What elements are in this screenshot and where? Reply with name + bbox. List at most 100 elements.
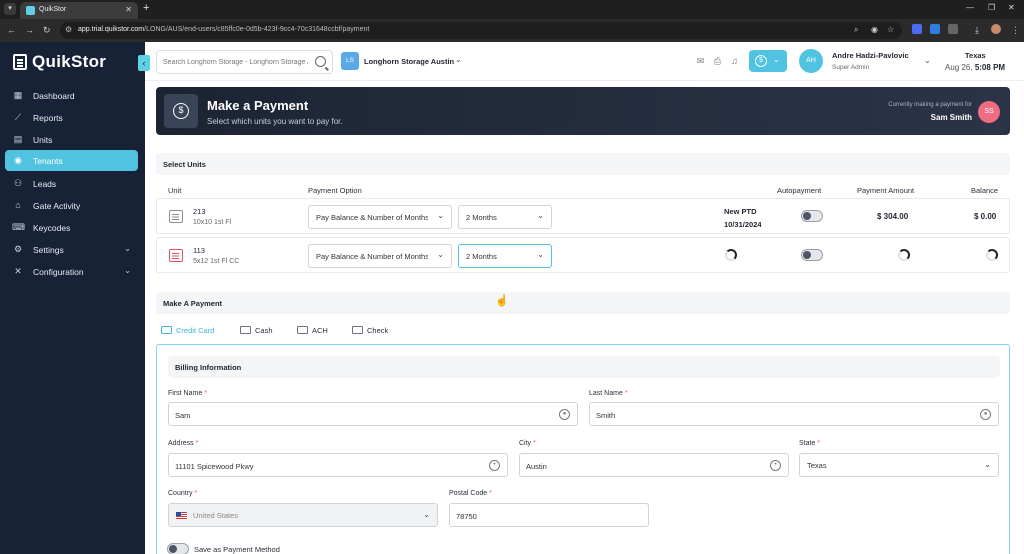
state-select[interactable]: Texas ⌄ [799, 453, 999, 477]
last-name-field[interactable]: ● [589, 402, 999, 426]
chevron-down-icon: ⌄ [437, 250, 444, 259]
chevron-down-icon[interactable]: ⌄ [924, 56, 931, 65]
sidebar-item-dashboard[interactable]: ▦ Dashboard [5, 85, 138, 106]
forward-icon[interactable]: → [25, 25, 34, 35]
chevron-down-icon: ⌄ [537, 211, 544, 220]
tab-menu-icon[interactable]: ▾ [4, 3, 16, 15]
extensions-puzzle-icon[interactable] [948, 24, 958, 34]
table-row[interactable]: 113 5x12 1st Fl CC Pay Balance & Number … [156, 237, 1010, 273]
first-name-field[interactable]: ● [168, 402, 578, 426]
tab-ach[interactable]: ACH [297, 326, 328, 340]
quick-pay-button[interactable]: $ ⌄ [749, 50, 787, 72]
save-payment-method-label: Save as Payment Method [194, 545, 280, 554]
page-title: Make a Payment [207, 98, 309, 113]
new-ptd-date: 10/31/2024 [724, 220, 762, 229]
postal-code-field[interactable] [449, 503, 649, 527]
chevron-down-icon: ⌄ [124, 244, 131, 253]
mouse-cursor-icon: ☝ [495, 295, 509, 307]
maximize-icon[interactable]: ❐ [988, 3, 995, 12]
balance-amount: $ 0.00 [974, 212, 997, 221]
tab-cash[interactable]: Cash [240, 326, 273, 340]
sidebar-item-tenants[interactable]: ◉ Tenants [5, 150, 138, 171]
user-avatar[interactable]: AH [799, 49, 823, 73]
browser-tab[interactable]: QuikStor ✕ [20, 2, 138, 19]
extension-icon[interactable] [912, 24, 922, 34]
close-window-icon[interactable]: ✕ [1008, 3, 1015, 12]
loading-spinner [725, 249, 737, 261]
download-icon[interactable]: ⤓ [975, 25, 979, 36]
extension-icon[interactable] [930, 24, 940, 34]
months-select[interactable]: 2 Months ⌄ [458, 205, 552, 229]
page-subtitle: Select which units you want to pay for. [207, 117, 343, 126]
autopayment-toggle[interactable] [801, 210, 823, 222]
mail-icon[interactable]: ✉ [695, 56, 706, 67]
profile-icon[interactable] [991, 24, 1001, 34]
billing-header: Billing Information [168, 356, 1000, 378]
user-role: Super Admin [832, 64, 870, 71]
unit-number: 113 [193, 246, 205, 255]
chevron-down-icon: ⌄ [437, 211, 444, 220]
last-name-input[interactable] [596, 409, 923, 421]
back-icon[interactable]: ← [7, 25, 16, 35]
tab-close-icon[interactable]: ✕ [125, 5, 132, 14]
gate-icon: ⌂ [15, 200, 21, 210]
reload-icon[interactable]: ↻ [43, 25, 51, 36]
printer-icon[interactable]: ⎙ [712, 56, 723, 67]
column-unit: Unit [168, 186, 182, 195]
search-input[interactable] [163, 56, 308, 68]
browser-menu-icon[interactable]: ⋮ [1011, 25, 1020, 36]
city-field[interactable]: • [519, 453, 789, 477]
tab-check[interactable]: Check [352, 326, 388, 340]
sidebar-item-leads[interactable]: ⚇ Leads [5, 173, 138, 194]
billing-form: Billing Information First Name * ● Last … [156, 344, 1010, 554]
chevron-down-icon: ⌄ [773, 55, 780, 64]
minimize-icon[interactable]: — [966, 3, 974, 12]
site-info-icon[interactable]: ⚙ [65, 25, 72, 34]
gear-icon: ⚙ [13, 244, 23, 254]
url-field[interactable]: ⚙ app.trial.quikstor.com/LONG/AUS/end-us… [60, 22, 902, 39]
first-name-input[interactable] [175, 409, 502, 421]
dashboard-icon: ▦ [13, 90, 23, 100]
us-flag-icon [176, 512, 187, 519]
person-icon: ● [559, 409, 570, 420]
first-name-label: First Name * [168, 390, 207, 397]
tab-credit-card[interactable]: Credit Card [161, 326, 214, 340]
state-label: State * [799, 440, 821, 447]
tenant-avatar[interactable]: SS [978, 101, 1000, 123]
sidebar-collapse-button[interactable]: ‹ [138, 55, 150, 71]
user-name[interactable]: Andre Hadzi-Pavlovic [832, 51, 909, 60]
reports-icon: ⟋ [14, 112, 22, 122]
payment-option-select[interactable]: Pay Balance & Number of Months ⌄ [308, 205, 452, 229]
search-icon[interactable] [315, 56, 326, 67]
bookmark-star-icon[interactable]: ☆ [887, 25, 894, 34]
wrench-icon: ✕ [14, 266, 22, 276]
browser-tabbar: ▾ QuikStor ✕ + — ❐ ✕ [0, 0, 1024, 19]
address-field[interactable]: • [168, 453, 508, 477]
location-icon[interactable]: ◉ [871, 25, 878, 34]
sidebar-item-gate-activity[interactable]: ⌂ Gate Activity [5, 195, 138, 216]
zoom-icon[interactable]: ⌕ [854, 25, 858, 35]
postal-code-input[interactable] [456, 510, 615, 522]
sidebar-item-configuration[interactable]: ✕ Configuration ⌄ [5, 261, 138, 282]
address-label: Address * [168, 440, 199, 447]
autopayment-toggle[interactable] [801, 249, 823, 261]
table-row[interactable]: 213 10x10 1st Fl Pay Balance & Number of… [156, 198, 1010, 234]
facility-name: Longhorn Storage Austin [364, 57, 455, 66]
city-input[interactable] [526, 460, 741, 472]
months-select[interactable]: 2 Months ⌄ [458, 244, 552, 268]
payment-option-select[interactable]: Pay Balance & Number of Months ⌄ [308, 244, 452, 268]
tenant-note: Currently making a payment for [888, 102, 972, 108]
sidebar-item-settings[interactable]: ⚙ Settings ⌄ [5, 239, 138, 260]
location-pin-icon: • [770, 460, 781, 471]
sidebar-item-keycodes[interactable]: ⌨ Keycodes [5, 217, 138, 238]
address-input[interactable] [175, 460, 446, 472]
facility-badge: LS [341, 52, 359, 70]
sidebar-item-reports[interactable]: ⟋ Reports [5, 107, 138, 128]
save-payment-method-toggle[interactable] [167, 543, 189, 554]
bell-icon[interactable]: ♫ [729, 56, 740, 67]
search-field[interactable] [156, 50, 333, 74]
country-select[interactable]: United States ⌄ [168, 503, 438, 527]
new-tab-icon[interactable]: + [143, 2, 149, 14]
sidebar-item-units[interactable]: ▤ Units [5, 129, 138, 150]
tenant-name[interactable]: Sam Smith [931, 113, 972, 122]
